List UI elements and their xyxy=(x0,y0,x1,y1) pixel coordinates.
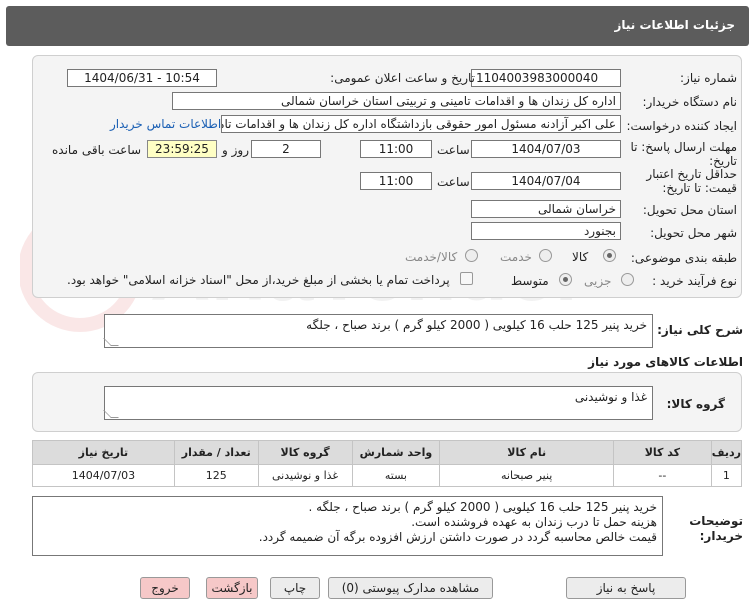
summary-text: خرید پنیر 125 حلب 16 کیلویی ( 2000 کیلو … xyxy=(306,318,647,332)
creator-label: ایجاد کننده درخواست: xyxy=(626,119,737,133)
resize-grip[interactable] xyxy=(103,338,119,346)
cell-date: 1404/07/03 xyxy=(32,464,175,487)
page-header: جزئیات اطلاعات نیاز xyxy=(6,6,749,46)
announce-field: 1404/06/31 - 10:54 xyxy=(67,69,217,87)
goods-group-text: غذا و نوشیدنی xyxy=(574,390,647,404)
category-option-both: کالا/خدمت xyxy=(405,250,458,264)
process-label: نوع فرآیند خرید : xyxy=(652,274,737,288)
city-label: شهر محل تحویل: xyxy=(650,226,737,240)
cell-row: 1 xyxy=(710,464,743,487)
min-price-date-field: 1404/07/04 xyxy=(471,172,621,190)
min-price-label: حداقل تاریخ اعتبار قیمت: تا تاریخ: xyxy=(646,167,737,195)
cell-name: پنیر صبحانه xyxy=(439,464,614,487)
days-field: 2 xyxy=(251,140,321,158)
remaining-time-field: 23:59:25 xyxy=(147,140,217,158)
need-number-label: شماره نیاز: xyxy=(680,71,737,85)
category-option-service: خدمت xyxy=(500,250,532,264)
city-field: بجنورد xyxy=(471,222,621,240)
cell-group: غذا و نوشیدنی xyxy=(257,464,353,487)
min-price-time-label: ساعت xyxy=(437,175,470,189)
col-qty: تعداد / مقدار xyxy=(173,440,259,465)
deadline-date-field: 1404/07/03 xyxy=(471,140,621,158)
treasury-checkbox[interactable] xyxy=(460,272,473,285)
goods-table: ردیف کد کالا نام کالا واحد شمارش گروه کا… xyxy=(32,440,743,487)
col-date: تاریخ نیاز xyxy=(32,440,175,465)
summary-label: شرح کلی نیاز: xyxy=(657,323,743,337)
cell-qty: 125 xyxy=(173,464,259,487)
col-row: ردیف xyxy=(710,440,743,465)
category-option-goods: کالا xyxy=(572,250,589,264)
resize-grip[interactable] xyxy=(103,410,119,418)
table-header-row: ردیف کد کالا نام کالا واحد شمارش گروه کا… xyxy=(32,440,743,465)
province-field: خراسان شمالی xyxy=(471,200,621,218)
remaining-label: ساعت باقی مانده xyxy=(52,143,142,157)
print-button[interactable]: چاپ xyxy=(270,577,320,599)
col-unit: واحد شمارش xyxy=(351,440,441,465)
days-label: روز و xyxy=(222,143,249,157)
process-option-minor: جزیی xyxy=(584,274,612,288)
notes-line: قیمت خالص محاسبه گردد در صورت داشتن ارزش… xyxy=(258,530,657,544)
need-number-field: 1104003983000040 xyxy=(471,69,621,87)
notes-textarea: خرید پنیر 125 حلب 16 کیلویی ( 2000 کیلو … xyxy=(32,496,663,556)
col-group: گروه کالا xyxy=(257,440,353,465)
category-radio-goods[interactable] xyxy=(603,249,616,262)
back-button[interactable]: بازگشت xyxy=(206,577,258,599)
category-radio-service[interactable] xyxy=(539,249,552,262)
category-radio-both[interactable] xyxy=(465,249,478,262)
goods-section-title: اطلاعات کالاهای مورد نیاز xyxy=(588,355,743,369)
process-radio-minor[interactable] xyxy=(621,273,634,286)
exit-button[interactable]: خروج xyxy=(140,577,190,599)
reply-button[interactable]: پاسخ به نیاز xyxy=(566,577,686,599)
deadline-time-label: ساعت xyxy=(437,143,470,157)
table-row[interactable]: 1 -- پنیر صبحانه بسته غذا و نوشیدنی 125 … xyxy=(32,464,743,487)
buyer-org-field: اداره کل زندان ها و اقدامات تامینی و ترب… xyxy=(172,92,621,110)
min-price-time-field: 11:00 xyxy=(360,172,432,190)
buyer-org-label: نام دستگاه خریدار: xyxy=(642,95,738,109)
col-name: نام کالا xyxy=(439,440,614,465)
process-radio-medium[interactable] xyxy=(559,273,572,286)
treasury-note: پرداخت تمام یا بخشی از مبلغ خرید،از محل … xyxy=(67,273,450,287)
province-label: استان محل تحویل: xyxy=(642,203,737,217)
col-code: کد کالا xyxy=(613,440,712,465)
notes-line: هزینه حمل تا درب زندان به عهده فروشنده ا… xyxy=(411,515,657,529)
deadline-label: مهلت ارسال پاسخ: تا تاریخ: xyxy=(630,140,737,168)
deadline-time-field: 11:00 xyxy=(360,140,432,158)
view-docs-button[interactable]: مشاهده مدارک پیوستی (0) xyxy=(328,577,493,599)
process-option-medium: متوسط xyxy=(511,274,549,288)
page-title: جزئیات اطلاعات نیاز xyxy=(614,18,735,32)
summary-textarea: خرید پنیر 125 حلب 16 کیلویی ( 2000 کیلو … xyxy=(103,314,653,348)
announce-label: تاریخ و ساعت اعلان عمومی: xyxy=(330,71,475,85)
buyer-contact-link[interactable]: اطلاعات تماس خریدار xyxy=(110,117,221,131)
category-label: طبقه بندی موضوعی: xyxy=(630,251,737,265)
goods-group-textarea: غذا و نوشیدنی xyxy=(103,386,653,420)
cell-unit: بسته xyxy=(351,464,441,487)
creator-field: علی اکبر آزادنه مسئول امور حقوقی بازداشت… xyxy=(221,115,621,133)
goods-group-label: گروه کالا: xyxy=(666,397,725,411)
notes-label: توضیحات خریدار: xyxy=(689,514,743,543)
cell-code: -- xyxy=(613,464,712,487)
notes-line: خرید پنیر 125 حلب 16 کیلویی ( 2000 کیلو … xyxy=(308,500,657,514)
